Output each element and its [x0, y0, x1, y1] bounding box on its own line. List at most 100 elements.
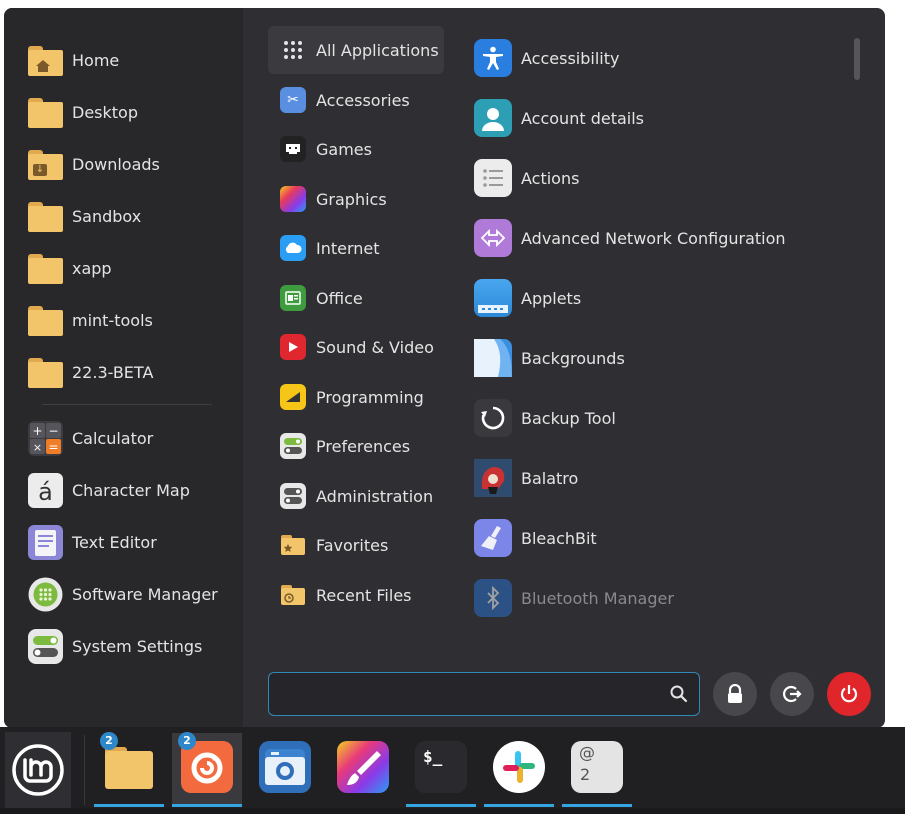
- balatro-icon: [474, 459, 512, 497]
- category-label: Graphics: [316, 189, 387, 209]
- category-administration[interactable]: Administration: [268, 472, 444, 520]
- place-xapp[interactable]: xapp: [14, 244, 236, 292]
- category-recent-files[interactable]: Recent Files: [268, 571, 444, 619]
- favorites-folder-icon: [280, 532, 306, 558]
- app-actions[interactable]: Actions: [474, 152, 834, 204]
- power-button[interactable]: [827, 672, 871, 716]
- camera-icon: [259, 741, 311, 793]
- taskbar-firefox[interactable]: 2: [172, 732, 242, 807]
- place-22-3-beta[interactable]: 22.3-BETA: [14, 348, 236, 396]
- application-list: Accessibility Account details Actions Ad…: [466, 28, 846, 648]
- taskbar-slack[interactable]: [484, 733, 554, 807]
- network-config-icon: [474, 219, 512, 257]
- running-indicator: [172, 804, 242, 807]
- category-label: Administration: [316, 486, 434, 506]
- app-bluetooth-manager[interactable]: Bluetooth Manager: [474, 572, 834, 624]
- logout-button[interactable]: [770, 672, 814, 716]
- actions-icon: [474, 159, 512, 197]
- paint-brush-icon: [337, 741, 389, 793]
- taskbar-files[interactable]: 2: [94, 732, 164, 807]
- category-games[interactable]: Games: [268, 125, 444, 173]
- place-label: Home: [72, 50, 120, 70]
- search-input[interactable]: [279, 681, 659, 707]
- running-indicator: [484, 804, 554, 807]
- panel-separator: [84, 735, 85, 805]
- app-bleachbit[interactable]: BleachBit: [474, 512, 834, 564]
- app-account-details[interactable]: Account details: [474, 92, 834, 144]
- recent-files-icon: [280, 582, 306, 608]
- app-applets[interactable]: Applets: [474, 272, 834, 324]
- backup-tool-icon: [474, 399, 512, 437]
- downloads-folder-icon: ↓: [27, 146, 64, 183]
- favorite-text-editor[interactable]: Text Editor: [14, 518, 236, 566]
- favorite-character-map[interactable]: á Character Map: [14, 466, 236, 514]
- category-internet[interactable]: Internet: [268, 224, 444, 272]
- category-all-applications[interactable]: All Applications: [268, 26, 444, 74]
- applets-icon: [474, 279, 512, 317]
- games-icon: [280, 136, 306, 162]
- graphics-icon: [280, 186, 306, 212]
- grid-icon: [280, 37, 306, 63]
- search-icon[interactable]: [669, 684, 689, 704]
- app-accessibility[interactable]: Accessibility: [474, 32, 834, 84]
- category-label: Internet: [316, 238, 380, 258]
- lock-screen-button[interactable]: [713, 672, 757, 716]
- place-home[interactable]: Home: [14, 36, 236, 84]
- app-label: Advanced Network Configuration: [521, 228, 786, 248]
- menu-button[interactable]: [5, 732, 71, 808]
- category-preferences[interactable]: Preferences: [268, 422, 444, 470]
- category-office[interactable]: Office: [268, 274, 444, 322]
- app-balatro[interactable]: Balatro: [474, 452, 834, 504]
- category-label: Sound & Video: [316, 337, 434, 357]
- bleachbit-icon: [474, 519, 512, 557]
- app-label: Balatro: [521, 468, 579, 488]
- app-label: Applets: [521, 288, 582, 308]
- taskbar-screenshot[interactable]: [250, 733, 320, 807]
- favorite-software-manager[interactable]: Software Manager: [14, 570, 236, 618]
- category-label: Favorites: [316, 535, 389, 555]
- place-mint-tools[interactable]: mint-tools: [14, 296, 236, 344]
- favorite-label: Software Manager: [72, 584, 218, 604]
- folder-icon: [27, 250, 64, 287]
- category-accessories[interactable]: ✂ Accessories: [268, 76, 444, 124]
- favorite-calculator[interactable]: + − × = Calculator: [14, 414, 236, 462]
- taskbar-drawing[interactable]: [328, 733, 398, 807]
- app-backup-tool[interactable]: Backup Tool: [474, 392, 834, 444]
- place-downloads[interactable]: ↓ Downloads: [14, 140, 236, 188]
- search-box[interactable]: [268, 672, 700, 716]
- system-settings-icon: [27, 628, 64, 665]
- place-label: Desktop: [72, 102, 138, 122]
- text-editor-icon: [27, 524, 64, 561]
- app-list-scrollbar[interactable]: [854, 38, 860, 80]
- svg-text:−: −: [48, 424, 58, 438]
- app-backgrounds[interactable]: Backgrounds: [474, 332, 834, 384]
- place-label: 22.3-BETA: [72, 362, 154, 382]
- taskbar-terminal[interactable]: $_: [406, 733, 476, 807]
- category-programming[interactable]: Programming: [268, 373, 444, 421]
- category-sound-video[interactable]: Sound & Video: [268, 323, 444, 371]
- place-label: mint-tools: [72, 310, 153, 330]
- programming-icon: [280, 384, 306, 410]
- place-sandbox[interactable]: Sandbox: [14, 192, 236, 240]
- place-label: xapp: [72, 258, 112, 278]
- category-label: Preferences: [316, 436, 411, 456]
- lock-icon: [728, 684, 742, 703]
- folder-icon: [27, 302, 64, 339]
- category-graphics[interactable]: Graphics: [268, 175, 444, 223]
- app-label: Account details: [521, 108, 644, 128]
- panel-bottom-edge: [0, 808, 905, 814]
- window-count-badge: 2: [100, 732, 118, 750]
- place-label: Downloads: [72, 154, 160, 174]
- accessories-icon: ✂: [280, 87, 306, 113]
- app-advanced-network-configuration[interactable]: Advanced Network Configuration: [474, 212, 834, 264]
- administration-icon: [280, 483, 306, 509]
- folder-icon: [27, 354, 64, 391]
- favorite-system-settings[interactable]: System Settings: [14, 622, 236, 670]
- favorite-label: Calculator: [72, 428, 154, 448]
- place-desktop[interactable]: Desktop: [14, 88, 236, 136]
- category-favorites[interactable]: Favorites: [268, 521, 444, 569]
- taskbar-mail[interactable]: @ 2: [562, 733, 632, 807]
- app-label: Accessibility: [521, 48, 620, 68]
- sidebar-divider: [42, 404, 212, 405]
- app-label: BleachBit: [521, 528, 597, 548]
